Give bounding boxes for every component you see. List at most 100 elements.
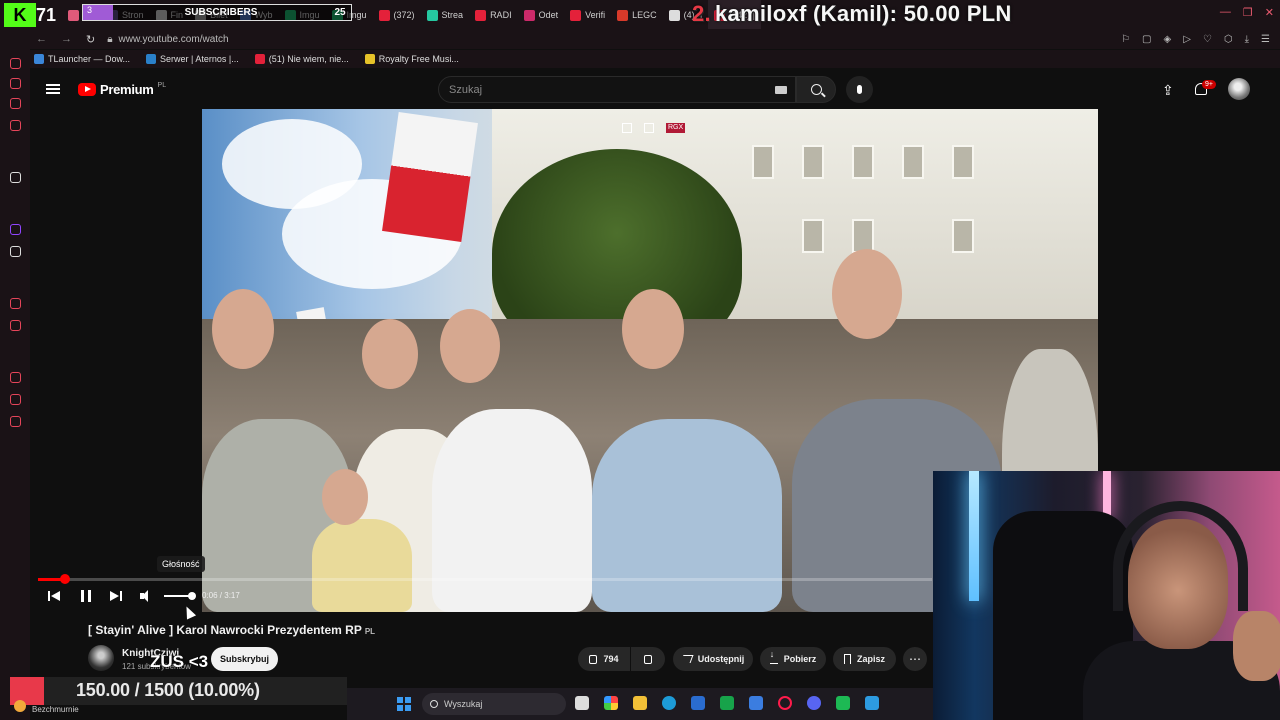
browser-tab[interactable]: RADI <box>469 0 518 30</box>
sidebar-app-icon[interactable] <box>10 320 21 331</box>
sidebar-app-icon[interactable] <box>10 298 21 309</box>
bookmark-label: Serwer | Aternos |... <box>160 54 239 64</box>
sidebar-app-icon[interactable] <box>10 120 21 131</box>
subscriber-goal-bar: 3 SUBSCRIBERS 25 <box>82 4 352 21</box>
pip-icon[interactable] <box>622 123 632 133</box>
share-button[interactable]: Udostępnij <box>673 647 753 671</box>
menu-icon[interactable] <box>46 84 60 94</box>
back-icon[interactable]: ← <box>36 33 47 46</box>
twitch-icon[interactable] <box>10 224 21 235</box>
screenshot-icon[interactable]: ▢ <box>1142 34 1151 45</box>
extension-icon[interactable]: ⬡ <box>1224 34 1233 45</box>
sidebar-app-icon[interactable] <box>10 98 21 109</box>
edge-icon[interactable] <box>662 696 676 710</box>
browser-tab[interactable]: LEGC <box>611 0 663 30</box>
tab-favicon-icon <box>475 9 487 21</box>
pause-icon[interactable] <box>81 590 91 602</box>
tab-label: Strea <box>441 10 464 20</box>
channel-avatar[interactable] <box>88 645 114 671</box>
like-button[interactable]: 794 <box>578 647 630 671</box>
browser-tab[interactable]: Verifi <box>564 0 611 30</box>
windows-start-icon[interactable] <box>397 697 411 711</box>
bookmark-item[interactable]: TLauncher — Dow... <box>34 54 130 64</box>
bookmark-item[interactable]: (51) Nie wiem, nie... <box>254 54 349 64</box>
download-icon[interactable]: ⤓ <box>1245 34 1249 45</box>
youtube-logo[interactable]: Premium PL <box>78 82 166 97</box>
tab-label: LEGC <box>632 10 657 20</box>
minimize-icon[interactable]: — <box>1220 6 1231 19</box>
more-actions-button[interactable]: ⋯ <box>903 647 927 671</box>
extensions-icon[interactable] <box>10 394 21 405</box>
keyboard-icon[interactable] <box>775 86 787 94</box>
store-icon[interactable] <box>691 696 705 710</box>
task-view-icon[interactable] <box>575 696 589 710</box>
discord-icon[interactable] <box>807 696 821 710</box>
x-icon[interactable] <box>10 246 21 257</box>
bookmark-label: (51) Nie wiem, nie... <box>268 54 349 64</box>
volume-knob[interactable] <box>188 592 196 600</box>
tab-favicon-icon <box>68 9 80 21</box>
share-label: Udostępnij <box>697 654 745 664</box>
save-label: Zapisz <box>856 654 885 664</box>
browser-tab[interactable]: (372) <box>373 0 421 30</box>
sidebar-app-icon[interactable] <box>10 172 21 183</box>
sidebar-app-icon[interactable] <box>10 58 21 69</box>
play-icon[interactable]: ▷ <box>1183 34 1191 45</box>
extension-badge[interactable]: RGX <box>666 123 686 133</box>
kick-logo: K <box>4 3 36 27</box>
progress-bar[interactable] <box>38 574 932 584</box>
webcam-overlay <box>933 471 1280 720</box>
chrome-icon[interactable] <box>604 696 618 710</box>
subscriber-goal-target: 25 <box>334 7 346 18</box>
history-icon[interactable] <box>10 372 21 383</box>
progress-scrubber[interactable] <box>60 574 71 584</box>
youtube-header: Premium PL Szukaj ⇪ 9+ <box>30 72 1280 108</box>
sidebar-app-icon[interactable] <box>10 78 21 89</box>
voice-search-button[interactable] <box>846 76 873 103</box>
opera-gx-icon[interactable] <box>778 696 792 710</box>
url-text[interactable]: www.youtube.com/watch <box>119 34 229 45</box>
dislike-button[interactable] <box>631 647 665 671</box>
volume-icon[interactable] <box>140 590 154 602</box>
search-input[interactable]: Szukaj <box>438 76 796 103</box>
time-total: 3:17 <box>224 591 240 600</box>
next-icon[interactable] <box>110 590 122 602</box>
download-button[interactable]: Pobierz <box>760 647 826 671</box>
search-button[interactable] <box>796 76 836 103</box>
subscribe-button[interactable]: Subskrybuj <box>211 647 278 671</box>
file-explorer-icon[interactable] <box>633 696 647 710</box>
thumbs-up-icon <box>589 654 598 664</box>
browser-tab[interactable]: Strea <box>421 0 470 30</box>
reload-icon[interactable]: ↻ <box>86 33 95 46</box>
popout-icon[interactable] <box>644 123 654 133</box>
tab-favicon-icon <box>668 9 680 21</box>
lock-icon: 🔒︎ <box>107 33 113 45</box>
bookmark-item[interactable]: Royalty Free Musi... <box>364 54 459 64</box>
close-icon[interactable]: ✕ <box>1265 6 1274 19</box>
bookmark-icon <box>843 654 851 664</box>
settings-icon[interactable] <box>10 416 21 427</box>
app-icon[interactable] <box>749 696 763 710</box>
tip-goal-bar: 150.00 / 1500 (10.00%) <box>10 677 347 705</box>
donation-text: kamiloxf (Kamil): 50.00 PLN <box>714 1 1012 26</box>
app-icon[interactable] <box>836 696 850 710</box>
donation-rank: 2. <box>692 1 711 26</box>
app-icon[interactable] <box>865 696 879 710</box>
save-button[interactable]: Zapisz <box>833 647 896 671</box>
taskbar-search[interactable]: Wyszukaj <box>422 693 566 715</box>
avatar[interactable] <box>1228 78 1250 100</box>
xbox-icon[interactable] <box>720 696 734 710</box>
previous-icon[interactable] <box>48 590 60 602</box>
shield-icon[interactable]: ◈ <box>1164 34 1172 45</box>
bookmark-item[interactable]: Serwer | Aternos |... <box>146 54 239 64</box>
restore-icon[interactable]: ❐ <box>1243 6 1253 19</box>
tab-favicon-icon <box>617 9 629 21</box>
browser-tab[interactable]: Odet <box>518 0 565 30</box>
heart-icon[interactable]: ♡ <box>1203 34 1212 45</box>
weather-icon[interactable] <box>14 700 26 712</box>
menu-icon[interactable]: ☰ <box>1261 34 1270 45</box>
upload-icon[interactable]: ⇪ <box>1162 82 1174 99</box>
bookmark-icon[interactable]: ⚐ <box>1121 34 1130 45</box>
bookmarks-bar: TLauncher — Dow... Serwer | Aternos |... (… <box>30 50 1280 68</box>
forward-icon[interactable]: → <box>61 33 72 46</box>
